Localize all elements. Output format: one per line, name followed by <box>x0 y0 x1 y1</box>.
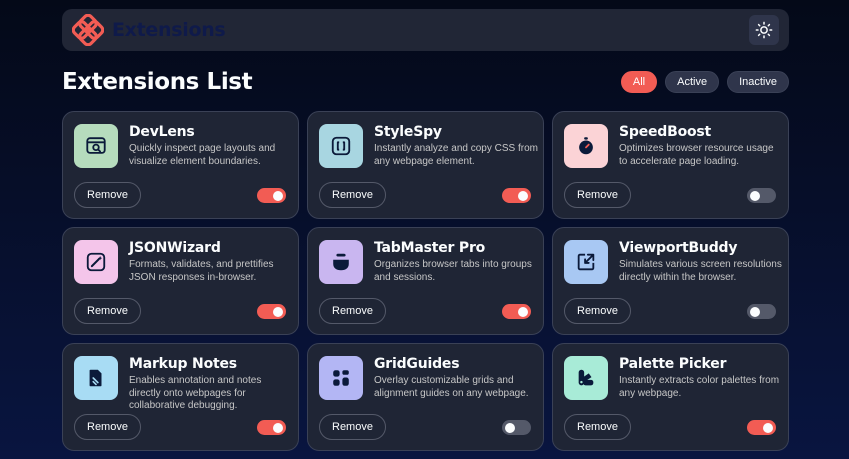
enable-toggle[interactable] <box>257 188 286 203</box>
filter-active-button[interactable]: Active <box>665 71 720 93</box>
grid-icon <box>333 370 349 386</box>
toggle-knob <box>273 306 283 317</box>
extension-card: GridGuides Overlay customizable grids an… <box>307 343 544 451</box>
enable-toggle[interactable] <box>502 188 531 203</box>
extension-card: StyleSpy Instantly analyze and copy CSS … <box>307 111 544 219</box>
toggle-knob <box>505 422 515 433</box>
enable-toggle[interactable] <box>747 420 776 435</box>
toggle-knob <box>763 422 773 433</box>
extension-description: Optimizes browser resource usage to acce… <box>619 143 774 167</box>
extension-card: JSONWizard Formats, validates, and prett… <box>62 227 299 335</box>
enable-toggle[interactable] <box>502 304 531 319</box>
toggle-knob <box>273 190 283 201</box>
filter-all-button[interactable]: All <box>620 71 658 93</box>
extension-card: ViewportBuddy Simulates various screen r… <box>552 227 789 335</box>
theme-toggle-button[interactable] <box>749 15 779 45</box>
extension-description: Instantly analyze and copy CSS from any … <box>374 143 538 167</box>
extension-description: Instantly extracts color palettes from a… <box>619 375 780 399</box>
enable-toggle[interactable] <box>257 304 286 319</box>
extension-description: Overlay customizable grids and alignment… <box>374 375 529 399</box>
extension-name: GridGuides <box>374 356 460 372</box>
remove-button[interactable]: Remove <box>74 182 141 208</box>
extension-card: TabMaster Pro Organizes browser tabs int… <box>307 227 544 335</box>
extension-icon <box>564 356 608 400</box>
extension-icon <box>74 124 118 168</box>
enable-toggle[interactable] <box>502 420 531 435</box>
extension-description: Enables annotation and notes directly on… <box>129 375 262 411</box>
extension-card: SpeedBoost Optimizes browser resource us… <box>552 111 789 219</box>
enable-toggle[interactable] <box>747 188 776 203</box>
remove-button[interactable]: Remove <box>564 298 631 324</box>
extension-description: Simulates various screen resolutions dir… <box>619 259 782 283</box>
extension-icon <box>319 124 363 168</box>
remove-button[interactable]: Remove <box>319 182 386 208</box>
extension-description: Organizes browser tabs into groups and s… <box>374 259 532 283</box>
extension-name: ViewportBuddy <box>619 240 738 256</box>
toggle-knob <box>518 190 528 201</box>
extensions-grid: DevLens Quickly inspect page layouts and… <box>62 111 789 451</box>
remove-button[interactable]: Remove <box>564 414 631 440</box>
remove-button[interactable]: Remove <box>564 182 631 208</box>
extension-name: SpeedBoost <box>619 124 712 140</box>
toggle-knob <box>273 422 283 433</box>
stack-icon <box>333 253 349 271</box>
extension-icon <box>564 124 608 168</box>
extension-name: StyleSpy <box>374 124 442 140</box>
title-row: Extensions List All Active Inactive <box>62 66 789 98</box>
extension-icon <box>74 356 118 400</box>
toggle-knob <box>518 306 528 317</box>
extension-name: Markup Notes <box>129 356 237 372</box>
wand-icon <box>86 252 106 272</box>
brand[interactable]: Extensions <box>72 14 226 46</box>
extension-description: Formats, validates, and prettifies JSON … <box>129 259 274 283</box>
page-title: Extensions List <box>62 69 253 95</box>
extension-name: JSONWizard <box>129 240 221 256</box>
extension-card: DevLens Quickly inspect page layouts and… <box>62 111 299 219</box>
sun-icon <box>755 21 773 39</box>
extension-description: Quickly inspect page layouts and visuali… <box>129 143 276 167</box>
extensions-logo-icon <box>72 14 104 46</box>
remove-button[interactable]: Remove <box>319 414 386 440</box>
brackets-icon <box>331 136 351 156</box>
extension-name: DevLens <box>129 124 195 140</box>
extension-name: Palette Picker <box>619 356 727 372</box>
brand-name: Extensions <box>112 19 226 41</box>
inspect-icon <box>86 137 106 154</box>
enable-toggle[interactable] <box>747 304 776 319</box>
stopwatch-icon <box>579 137 593 155</box>
extension-icon <box>74 240 118 284</box>
note-icon <box>89 369 102 387</box>
filter-inactive-button[interactable]: Inactive <box>727 71 789 93</box>
palette-icon <box>578 369 594 386</box>
header-bar: Extensions <box>62 9 789 51</box>
extension-name: TabMaster Pro <box>374 240 486 256</box>
toggle-knob <box>750 190 760 201</box>
remove-button[interactable]: Remove <box>74 298 141 324</box>
filter-group: All Active Inactive <box>620 71 789 93</box>
remove-button[interactable]: Remove <box>319 298 386 324</box>
extension-card: Palette Picker Instantly extracts color … <box>552 343 789 451</box>
extension-icon <box>319 356 363 400</box>
toggle-knob <box>750 306 760 317</box>
extension-icon <box>319 240 363 284</box>
resize-icon <box>577 253 595 271</box>
extension-icon <box>564 240 608 284</box>
enable-toggle[interactable] <box>257 420 286 435</box>
extension-card: Markup Notes Enables annotation and note… <box>62 343 299 451</box>
remove-button[interactable]: Remove <box>74 414 141 440</box>
